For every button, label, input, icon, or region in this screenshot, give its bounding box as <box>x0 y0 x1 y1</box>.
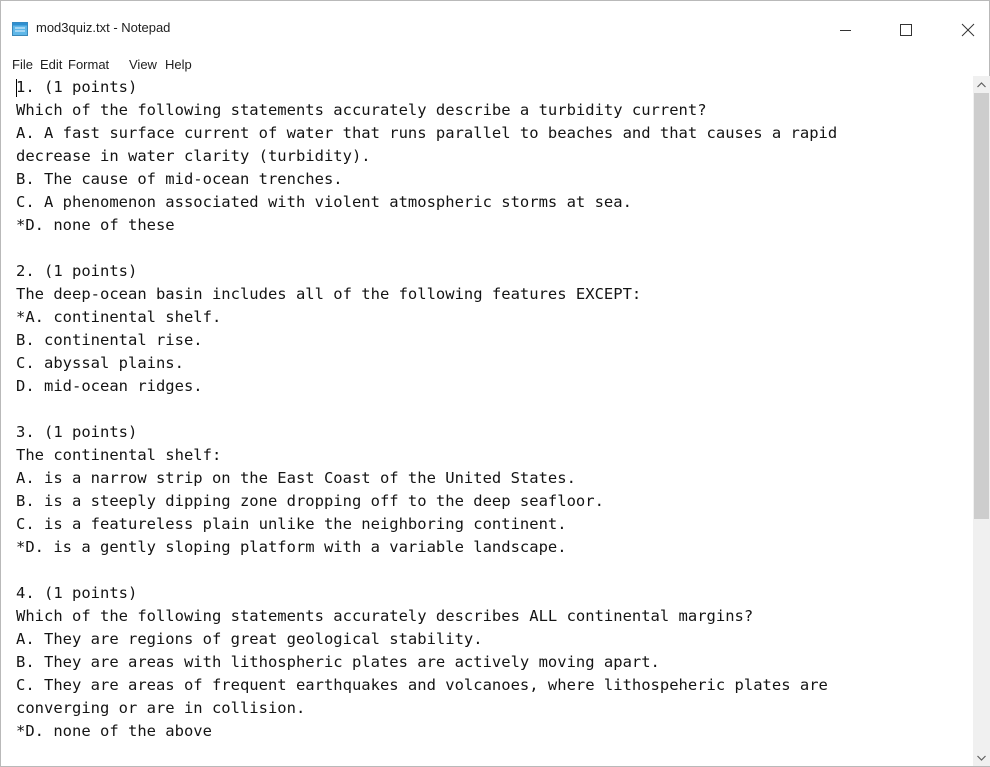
text-line: B. They are areas with lithospheric plat… <box>16 653 660 671</box>
text-line: *D. none of the above <box>16 722 212 740</box>
text-line: B. is a steeply dipping zone dropping of… <box>16 492 604 510</box>
menu-edit[interactable]: Edit <box>40 57 62 72</box>
text-line: 2. (1 points) <box>16 262 138 280</box>
notepad-icon <box>12 22 28 36</box>
text-line: A. A fast surface current of water that … <box>16 124 838 142</box>
scroll-thumb[interactable] <box>974 93 989 519</box>
text-line: decrease in water clarity (turbidity). <box>16 147 371 165</box>
text-line: 3. (1 points) <box>16 423 138 441</box>
text-line: B. continental rise. <box>16 331 203 349</box>
title-bar[interactable]: mod3quiz.txt - Notepad <box>1 1 989 53</box>
text-line: C. is a featureless plain unlike the nei… <box>16 515 567 533</box>
chevron-down-icon <box>977 755 986 761</box>
text-line: Which of the following statements accura… <box>16 101 707 119</box>
menu-format[interactable]: Format <box>68 57 109 72</box>
text-line: C. abyssal plains. <box>16 354 184 372</box>
close-icon <box>961 23 975 37</box>
window-title: mod3quiz.txt - Notepad <box>36 20 171 35</box>
maximize-button[interactable] <box>883 16 929 44</box>
minimize-icon <box>840 30 851 31</box>
scroll-up-button[interactable] <box>973 76 990 93</box>
text-line: The deep-ocean basin includes all of the… <box>16 285 642 303</box>
vertical-scrollbar[interactable] <box>973 76 990 766</box>
text-line: B. The cause of mid-ocean trenches. <box>16 170 343 188</box>
minimize-button[interactable] <box>823 16 869 44</box>
text-line: 1. (1 points) <box>16 78 138 96</box>
text-line: *D. is a gently sloping platform with a … <box>16 538 567 556</box>
text-line: C. A phenomenon associated with violent … <box>16 193 632 211</box>
scroll-down-button[interactable] <box>973 749 990 766</box>
text-line: *A. continental shelf. <box>16 308 222 326</box>
text-line: C. They are areas of frequent earthquake… <box>16 676 828 694</box>
menu-bar: File Edit Format View Help <box>1 53 989 75</box>
text-line: 4. (1 points) <box>16 584 138 602</box>
menu-view[interactable]: View <box>129 57 157 72</box>
text-line: *D. none of these <box>16 216 175 234</box>
menu-help[interactable]: Help <box>165 57 192 72</box>
close-button[interactable] <box>945 16 990 44</box>
text-line: D. mid-ocean ridges. <box>16 377 203 395</box>
maximize-icon <box>899 23 912 36</box>
text-line: converging or are in collision. <box>16 699 306 717</box>
notepad-window: mod3quiz.txt - Notepad File Edit Format … <box>0 0 990 767</box>
menu-file[interactable]: File <box>12 57 33 72</box>
text-line: A. They are regions of great geological … <box>16 630 483 648</box>
text-line: Which of the following statements accura… <box>16 607 754 625</box>
text-line: The continental shelf: <box>16 446 222 464</box>
text-editor-area[interactable]: 1. (1 points) Which of the following stat… <box>12 76 974 766</box>
text-line: A. is a narrow strip on the East Coast o… <box>16 469 576 487</box>
chevron-up-icon <box>977 81 986 87</box>
